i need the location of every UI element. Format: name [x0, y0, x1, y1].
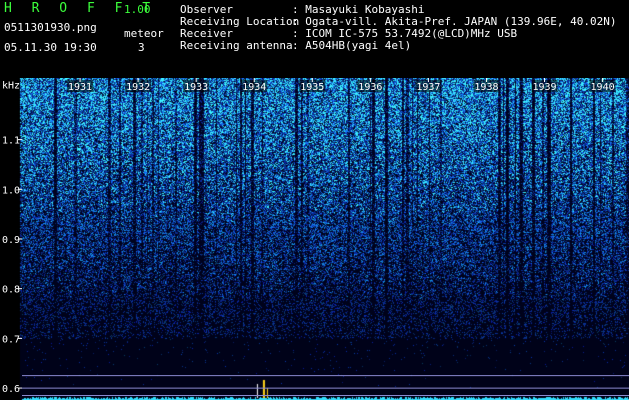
y-tick-label: 0.6 [2, 384, 20, 395]
meteor-label: meteor [124, 27, 164, 40]
y-tick-label: 0.8 [2, 285, 20, 296]
x-tick-label: 1936 [358, 82, 382, 93]
x-tick-label: 1935 [300, 82, 324, 93]
x-tick-label: 1940 [591, 82, 615, 93]
x-tick-label: 1931 [68, 82, 92, 93]
app-version: 1.00 [124, 3, 151, 16]
antenna-value: : A504HB(yagi 4el) [292, 39, 412, 52]
antenna-label: Receiving antenna [180, 39, 293, 52]
y-tick-label: 0.7 [2, 334, 20, 345]
file-name: 0511301930.png [4, 21, 97, 34]
timestamp: 05.11.30 19:30 [4, 41, 97, 54]
x-tick-label: 1932 [126, 82, 150, 93]
y-unit-label: kHz [2, 80, 20, 91]
x-tick-label: 1937 [416, 82, 440, 93]
x-tick-label: 1934 [242, 82, 266, 93]
y-tick-label: 0.9 [2, 235, 20, 246]
y-tick-label: 1.0 [2, 185, 20, 196]
y-tick-label: 1.1 [2, 136, 20, 147]
x-tick-label: 1933 [184, 82, 208, 93]
meteor-count: 3 [138, 41, 145, 54]
x-tick-label: 1939 [532, 82, 556, 93]
x-tick-label: 1938 [474, 82, 498, 93]
spectrogram-overlay: kHz 1.1 1.0 0.9 0.8 0.7 0.6 1931 1932 1933 1934 193… [2, 78, 629, 397]
header-panel: H R O F F T 1.00 0511301930.png 05.11.30… [0, 0, 629, 78]
